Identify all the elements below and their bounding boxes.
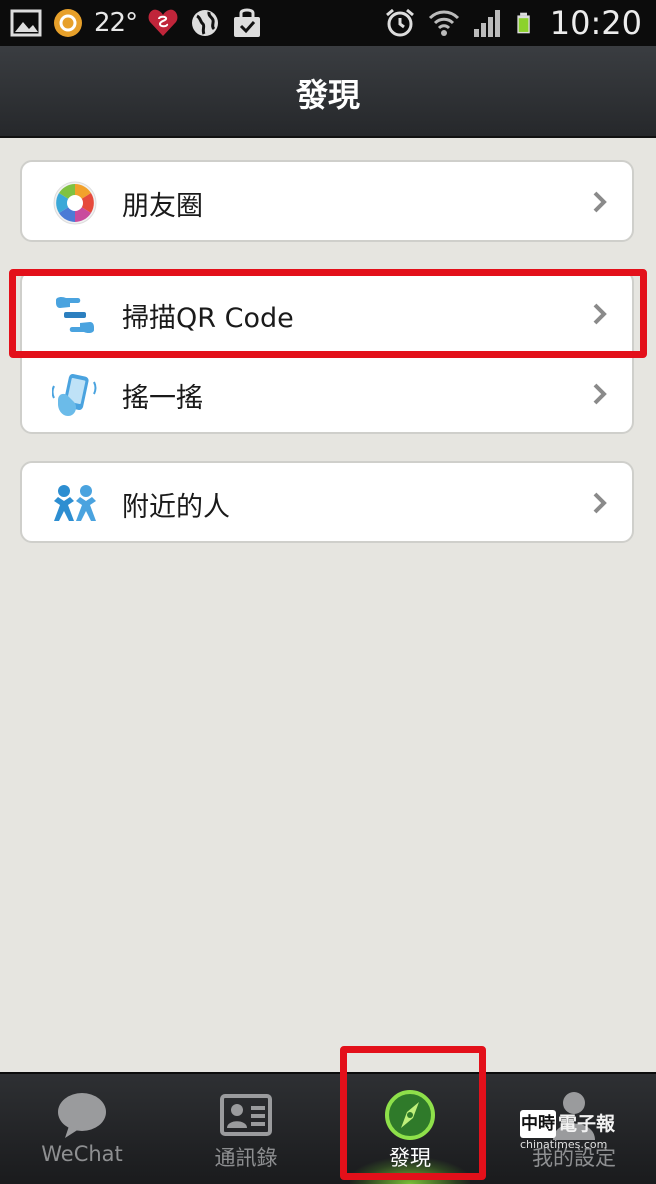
chevron-right-icon	[593, 191, 607, 213]
battery-icon	[517, 12, 530, 34]
tab-contacts[interactable]: 通訊錄	[164, 1074, 328, 1184]
watermark: 中時 電子報 chinatimes.com	[520, 1110, 632, 1154]
menu-item-shake[interactable]: 搖一搖	[22, 354, 632, 434]
menu-item-label: 朋友圈	[122, 191, 203, 222]
highlight-box-discover-tab	[340, 1046, 486, 1180]
temperature: 22°	[94, 8, 138, 38]
tab-label: 通訊錄	[214, 1146, 278, 1170]
watermark-url: chinatimes.com	[520, 1138, 608, 1151]
title-bar: 發現	[0, 46, 656, 138]
menu-group-moments: 朋友圈	[20, 160, 634, 242]
moments-icon	[53, 181, 97, 225]
contacts-card-icon	[220, 1094, 272, 1136]
clock: 10:20	[549, 4, 642, 42]
chevron-right-icon	[593, 383, 607, 405]
menu-group-people-nearby: 附近的人	[20, 461, 634, 543]
chat-bubble-icon	[58, 1093, 106, 1138]
menu-item-moments[interactable]: 朋友圈	[22, 162, 632, 242]
heart-app-icon	[148, 9, 178, 36]
highlight-box-scan-qr	[9, 269, 647, 358]
people-nearby-icon	[54, 485, 96, 521]
app-ring-icon	[54, 9, 82, 37]
alarm-icon	[385, 8, 414, 37]
menu-item-label: 附近的人	[122, 492, 230, 523]
signal-icon	[473, 10, 500, 37]
menu-item-people-nearby[interactable]: 附近的人	[22, 463, 632, 543]
watermark-logo: 中時	[520, 1110, 556, 1138]
page-title: 發現	[295, 76, 360, 114]
chevron-right-icon	[593, 492, 607, 514]
tab-wechat[interactable]: WeChat	[0, 1074, 164, 1184]
gallery-icon	[10, 9, 42, 37]
shopping-bag-icon	[234, 8, 261, 37]
tab-label: WeChat	[41, 1142, 123, 1166]
watermark-title: 電子報	[558, 1113, 616, 1135]
wifi-icon	[428, 10, 459, 36]
shake-icon	[52, 374, 97, 416]
globe-icon	[192, 10, 219, 36]
menu-item-label: 搖一搖	[122, 383, 203, 414]
status-bar: 22° 10:20	[0, 0, 656, 46]
